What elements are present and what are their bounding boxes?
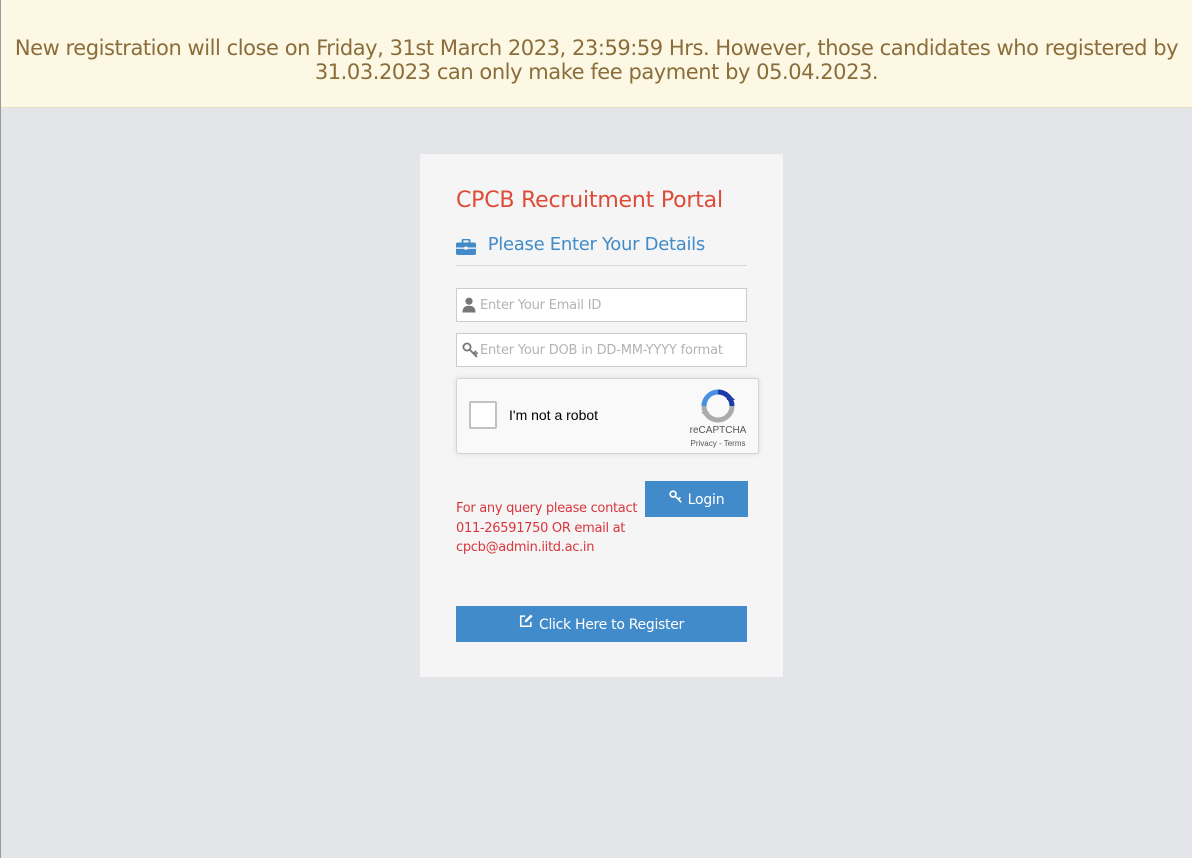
notice-line-1: New registration will close on Friday, 3… — [14, 36, 1179, 60]
dob-field-wrapper — [456, 333, 747, 367]
recaptcha-widget: I'm not a robot reCAPTCHA Privacy - Term… — [456, 378, 759, 454]
recaptcha-brand: reCAPTCHA — [689, 425, 747, 436]
recaptcha-link-separator: - — [716, 439, 724, 448]
notice-line-2: 31.03.2023 can only make fee payment by … — [314, 60, 879, 84]
login-button[interactable]: Login — [645, 481, 748, 517]
edit-icon — [519, 606, 533, 642]
contact-query-text: For any query please contact 011-2659175… — [456, 501, 638, 555]
recaptcha-privacy-link[interactable]: Privacy — [691, 439, 717, 448]
email-field-wrapper — [456, 288, 747, 322]
login-button-label: Login — [687, 492, 725, 508]
dob-input[interactable] — [480, 334, 742, 366]
recaptcha-terms-link[interactable]: Terms — [724, 439, 746, 448]
recaptcha-checkbox[interactable] — [469, 401, 497, 429]
register-button-label: Click Here to Register — [538, 617, 684, 633]
user-icon — [462, 297, 476, 313]
register-button[interactable]: Click Here to Register — [456, 606, 747, 642]
recaptcha-logo-icon — [701, 389, 735, 423]
login-card: CPCB Recruitment Portal Please Enter You… — [420, 154, 783, 677]
briefcase-icon — [456, 238, 476, 260]
recaptcha-label: I'm not a robot — [509, 407, 599, 423]
details-heading-text: Please Enter Your Details — [487, 234, 706, 255]
key-icon — [462, 342, 478, 358]
recaptcha-links: Privacy - Terms — [681, 439, 755, 448]
details-heading: Please Enter Your Details — [456, 234, 747, 266]
email-input[interactable] — [480, 289, 742, 321]
portal-title: CPCB Recruitment Portal — [456, 188, 723, 213]
key-icon — [668, 481, 682, 517]
registration-notice-banner: New registration will close on Friday, 3… — [1, 0, 1192, 108]
